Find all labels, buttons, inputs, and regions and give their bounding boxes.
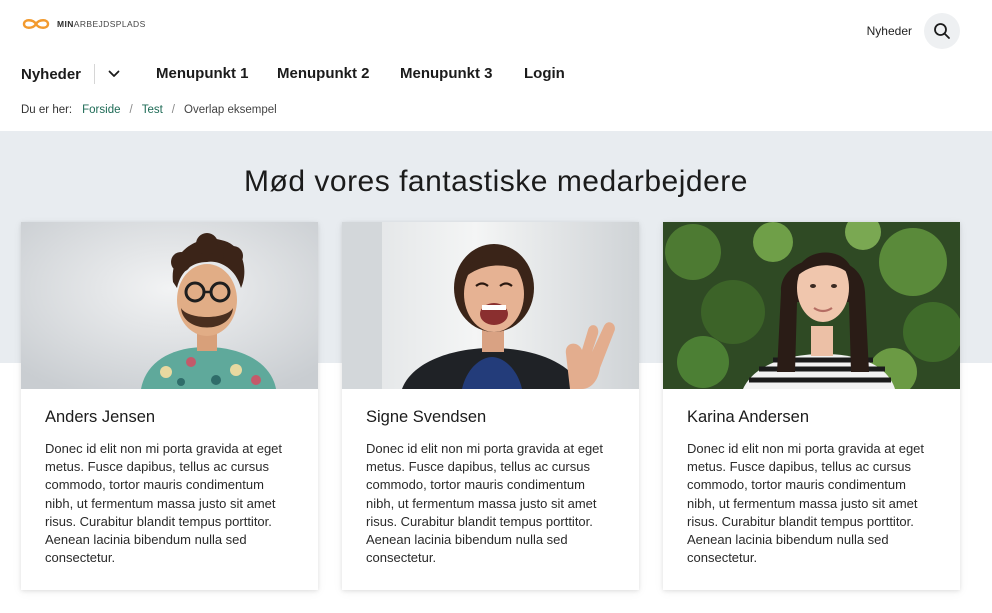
breadcrumb-link-test[interactable]: Test <box>142 104 163 116</box>
nav-item-menupunkt-3[interactable]: Menupunkt 3 <box>400 65 493 82</box>
nav-item-menupunkt-1[interactable]: Menupunkt 1 <box>156 65 249 82</box>
employee-photo-karina <box>663 222 960 389</box>
dropdown-toggle-button[interactable] <box>105 65 123 83</box>
breadcrumb: Du er her: Forside / Test / Overlap ekse… <box>21 104 277 116</box>
employee-name: Signe Svendsen <box>366 408 487 426</box>
section-title: Mød vores fantastiske medarbejdere <box>244 165 748 198</box>
chevron-down-icon <box>108 70 120 77</box>
nav-dropdown-nyheder[interactable]: Nyheder <box>21 60 123 88</box>
employee-description: Donec id elit non mi porta gravida at eg… <box>687 441 925 566</box>
search-icon <box>934 23 950 39</box>
top-bar: MINARBEJDSPLADS Nyheder <box>0 0 992 60</box>
logo-text: MINARBEJDSPLADS <box>57 19 146 29</box>
nav-divider <box>94 64 96 84</box>
breadcrumb-separator: / <box>129 104 133 116</box>
main-nav: Nyheder Menupunkt 1 Menupunkt 2 Menupunk… <box>0 60 992 90</box>
employee-description: Donec id elit non mi porta gravida at eg… <box>45 441 283 566</box>
site-logo[interactable]: MINARBEJDSPLADS <box>21 18 146 30</box>
employee-photo-signe <box>342 222 639 389</box>
employee-description: Donec id elit non mi porta gravida at eg… <box>366 441 604 566</box>
nav-item-menupunkt-2[interactable]: Menupunkt 2 <box>277 65 370 82</box>
employee-card: Anders Jensen Donec id elit non mi porta… <box>21 222 318 590</box>
breadcrumb-current: Overlap eksempel <box>184 104 277 116</box>
employee-card: Signe Svendsen Donec id elit non mi port… <box>342 222 639 590</box>
nav-dropdown-label[interactable]: Nyheder <box>21 66 81 83</box>
infinity-logo-icon <box>22 19 50 29</box>
breadcrumb-prefix: Du er her: <box>21 104 73 116</box>
employee-card: Karina Andersen Donec id elit non mi por… <box>663 222 960 590</box>
top-news-link[interactable]: Nyheder <box>867 24 912 38</box>
employee-photo-anders <box>21 222 318 389</box>
employee-name: Anders Jensen <box>45 408 156 426</box>
employee-name: Karina Andersen <box>687 408 810 426</box>
breadcrumb-link-forside[interactable]: Forside <box>82 104 120 116</box>
search-button[interactable] <box>924 13 960 49</box>
breadcrumb-separator: / <box>171 104 175 116</box>
nav-item-login[interactable]: Login <box>524 65 565 82</box>
